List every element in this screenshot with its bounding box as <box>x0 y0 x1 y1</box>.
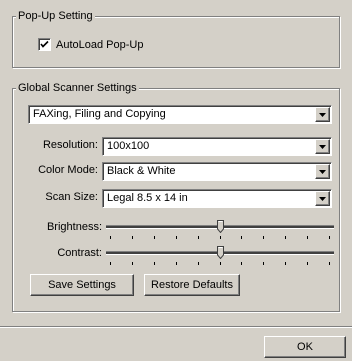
profile-select[interactable]: FAXing, Filing and Copying <box>28 105 332 124</box>
slider-tick <box>110 262 111 265</box>
ok-button[interactable]: OK <box>264 336 346 358</box>
slider-tick <box>241 236 242 239</box>
slider-tick <box>176 236 177 239</box>
slider-tick <box>307 236 308 239</box>
resolution-value: 100x100 <box>107 140 150 152</box>
slider-tick <box>132 236 133 239</box>
color-mode-select[interactable]: Black & White <box>102 162 332 181</box>
slider-tick <box>220 236 221 239</box>
contrast-label: Contrast: <box>57 247 102 259</box>
scan-size-dropdown-button[interactable] <box>315 191 330 206</box>
chevron-down-icon <box>319 170 326 174</box>
slider-thumb[interactable] <box>217 220 224 234</box>
color-mode-dropdown-button[interactable] <box>315 164 330 179</box>
slider-tick <box>263 262 264 265</box>
resolution-select[interactable]: 100x100 <box>102 137 332 156</box>
slider-tick <box>154 262 155 265</box>
slider-tick <box>198 236 199 239</box>
slider-tick <box>329 262 330 265</box>
scanner-settings-title: Global Scanner Settings <box>16 82 139 95</box>
slider-tick <box>285 262 286 265</box>
contrast-slider[interactable] <box>106 246 334 268</box>
slider-tick <box>198 262 199 265</box>
autoload-popup-checkbox-row[interactable]: AutoLoad Pop-Up <box>38 38 143 51</box>
scan-size-value: Legal 8.5 x 14 in <box>107 192 188 204</box>
slider-tick <box>307 262 308 265</box>
slider-tick <box>110 236 111 239</box>
chevron-down-icon <box>319 113 326 117</box>
slider-tick <box>329 236 330 239</box>
footer-separator <box>0 326 352 328</box>
color-mode-value: Black & White <box>107 165 176 177</box>
profile-dropdown-button[interactable] <box>315 107 330 122</box>
brightness-slider[interactable] <box>106 220 334 242</box>
autoload-popup-label: AutoLoad Pop-Up <box>56 38 144 51</box>
slider-tick <box>285 236 286 239</box>
slider-tick <box>154 236 155 239</box>
slider-tick <box>220 262 221 265</box>
resolution-dropdown-button[interactable] <box>315 139 330 154</box>
popup-setting-title: Pop-Up Setting <box>16 10 95 23</box>
chevron-down-icon <box>319 197 326 201</box>
slider-tick <box>176 262 177 265</box>
resolution-label: Resolution: <box>42 139 98 151</box>
scan-size-select[interactable]: Legal 8.5 x 14 in <box>102 189 332 208</box>
profile-value: FAXing, Filing and Copying <box>33 108 166 120</box>
chevron-down-icon <box>319 145 326 149</box>
checkmark-icon <box>40 40 49 48</box>
autoload-popup-checkbox[interactable] <box>38 38 51 51</box>
slider-tick <box>132 262 133 265</box>
color-mode-label: Color Mode: <box>38 164 98 176</box>
brightness-label: Brightness: <box>46 221 102 233</box>
slider-tick <box>241 262 242 265</box>
slider-tick <box>263 236 264 239</box>
scan-size-label: Scan Size: <box>45 191 98 203</box>
save-settings-button[interactable]: Save Settings <box>30 274 134 296</box>
restore-defaults-button[interactable]: Restore Defaults <box>144 274 240 296</box>
slider-thumb[interactable] <box>217 246 224 260</box>
